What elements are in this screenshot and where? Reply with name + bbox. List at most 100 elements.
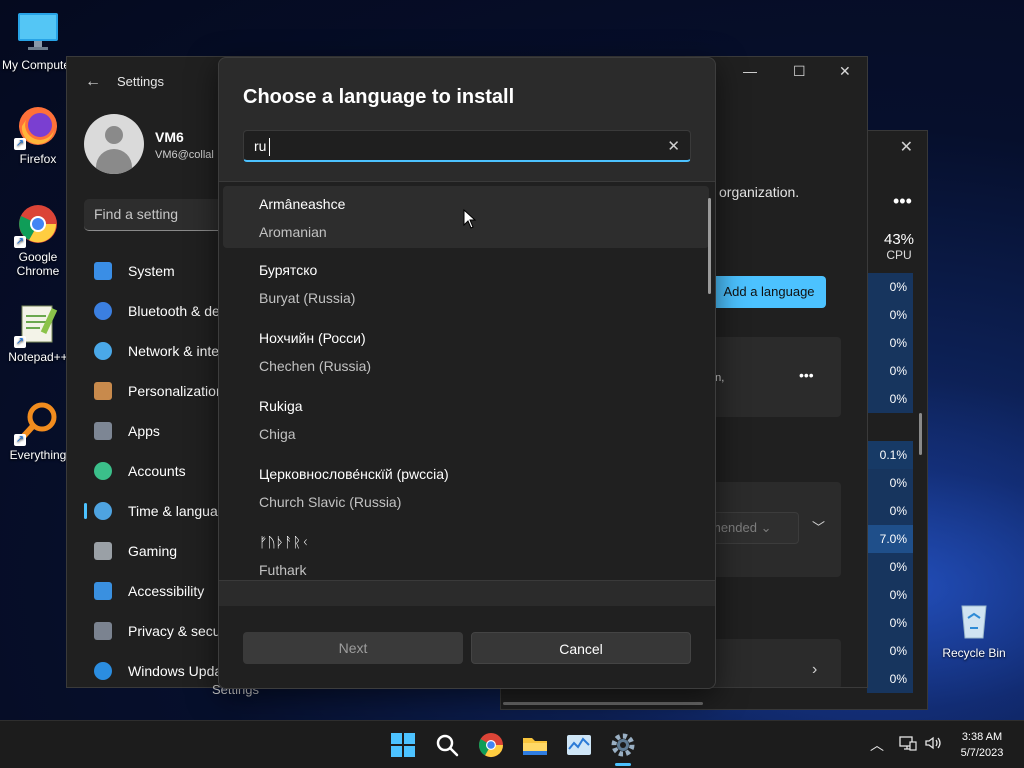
desktop-icon-firefox[interactable]: ↗ Firefox — [0, 104, 76, 166]
clock-time: 3:38 AM — [961, 731, 1003, 743]
close-icon[interactable]: ✕ — [839, 63, 851, 80]
clear-search-icon[interactable]: ✕ — [667, 137, 680, 155]
firefox-icon: ↗ — [14, 104, 60, 150]
sidebar-item-label: Time & languag — [128, 503, 226, 519]
language-card[interactable] — [707, 337, 841, 417]
language-english-name: Church Slavic (Russia) — [259, 494, 402, 510]
chevron-up-icon[interactable]: ︿ — [870, 735, 884, 755]
sidebar-item-label: Apps — [128, 423, 160, 439]
task-manager-scrollbar[interactable] — [919, 413, 922, 455]
organization-text: organization. — [719, 184, 800, 200]
cancel-button[interactable]: Cancel — [471, 632, 691, 664]
mouse-pointer-icon — [463, 209, 477, 229]
clock[interactable]: 3:38 AM 5/7/2023 — [950, 729, 1014, 761]
cpu-cell: 0% — [867, 273, 913, 301]
active-app-indicator — [615, 763, 631, 766]
language-english-name: Chiga — [259, 426, 296, 442]
sidebar-item-icon — [94, 542, 112, 560]
language-english-name: Aromanian — [259, 224, 327, 240]
sidebar-item-label: Accounts — [128, 463, 186, 479]
choose-language-dialog: Choose a language to install ✕ Armâneash… — [218, 57, 716, 689]
file-explorer-icon[interactable] — [519, 729, 551, 761]
cpu-label: CPU — [886, 248, 912, 262]
next-button[interactable]: Next — [243, 632, 463, 664]
cpu-cell: 0% — [867, 357, 913, 385]
more-options-icon[interactable]: ••• — [893, 191, 912, 212]
desktop-icon-label: Google Chrome — [16, 250, 60, 278]
cpu-cell — [867, 413, 913, 441]
settings-row-card[interactable] — [707, 639, 841, 687]
minimize-icon[interactable]: — — [743, 63, 757, 79]
sidebar-item-icon — [94, 302, 112, 320]
chevron-down-icon[interactable]: ﹀ — [812, 517, 825, 536]
close-icon[interactable]: ✕ — [900, 137, 913, 157]
desktop-icon-label: Firefox — [19, 152, 57, 166]
sidebar-item-icon — [94, 342, 112, 360]
language-native-name: Церковнослове́нскїй (рwссіа) — [259, 466, 449, 482]
back-arrow-icon[interactable]: ← — [85, 73, 101, 91]
volume-icon[interactable] — [924, 735, 942, 754]
language-list[interactable]: Armâneashce Aromanian Бурятско Buryat (Russ… — [219, 181, 715, 581]
language-native-name: ᚠᚢᚦᚨᚱᚲ — [259, 534, 310, 550]
language-search-input[interactable] — [254, 138, 654, 154]
language-list-item[interactable]: Rukiga Chiga — [219, 384, 715, 452]
desktop-icon-recycle-bin[interactable]: Recycle Bin — [936, 598, 1012, 660]
add-language-button[interactable]: Add a language — [712, 276, 826, 308]
taskbar: ︿ 3:38 AM 5/7/2023 — [0, 720, 1024, 768]
cpu-total-percent: 43% — [883, 231, 915, 248]
maximize-icon[interactable]: ☐ — [793, 63, 806, 80]
desktop-icon-label: Recycle Bin — [942, 646, 1006, 660]
language-english-name: Chechen (Russia) — [259, 358, 372, 374]
desktop-icon-notepad-plus-plus[interactable]: ↗ Notepad++ — [0, 302, 76, 364]
cpu-cell: 0% — [867, 553, 913, 581]
desktop-icon-everything[interactable]: ↗ Everything — [0, 400, 76, 462]
desktop-icon-my-computer[interactable]: My Computer — [0, 10, 76, 72]
language-list-item[interactable]: ᚠᚢᚦᚨᚱᚲ Futhark — [219, 520, 715, 580]
language-list-item[interactable]: Бурятско Buryat (Russia) — [219, 248, 715, 316]
more-options-icon[interactable]: ••• — [799, 367, 814, 383]
shortcut-arrow-icon: ↗ — [14, 236, 26, 248]
recycle-bin-icon — [952, 598, 996, 642]
cpu-cell: 0% — [867, 385, 913, 413]
language-english-name: Futhark — [259, 562, 307, 578]
desktop-icon-google-chrome[interactable]: ↗ Google Chrome — [0, 202, 76, 278]
language-english-name: Buryat (Russia) — [259, 290, 356, 306]
language-list-scrollbar[interactable] — [708, 198, 711, 294]
language-search-box[interactable]: ✕ — [243, 130, 691, 162]
chevron-right-icon: › — [812, 661, 818, 678]
sidebar-item-icon — [94, 422, 112, 440]
sidebar-item-label: Bluetooth & de — [128, 303, 220, 319]
window-peek-bar — [503, 702, 703, 705]
language-native-name: Armâneashce — [259, 196, 346, 212]
language-native-name: Нохчийн (Росси) — [259, 330, 366, 346]
avatar[interactable] — [84, 114, 144, 174]
task-manager-icon[interactable] — [563, 729, 595, 761]
sidebar-item-label: Gaming — [128, 543, 178, 559]
search-icon[interactable] — [431, 729, 463, 761]
cpu-column-header[interactable]: 43% CPU — [869, 231, 929, 262]
sidebar-item-icon — [94, 582, 112, 600]
recommended-dropdown[interactable]: mended ⌄ — [709, 512, 799, 544]
sidebar-item-icon — [94, 382, 112, 400]
sidebar-item-label: Privacy & secu — [128, 623, 221, 639]
sidebar-item-label: Accessibility — [128, 583, 205, 599]
cpu-cell: 0% — [867, 329, 913, 357]
language-list-item[interactable]: Церковнослове́нскїй (рwссіа) Church Slavi… — [219, 452, 715, 520]
cpu-cell: 0% — [867, 637, 913, 665]
recommended-text: mended — [710, 520, 757, 535]
desktop-icon-label: My Computer — [1, 58, 75, 72]
settings-gear-icon[interactable] — [607, 729, 639, 761]
chrome-taskbar-icon[interactable] — [475, 729, 507, 761]
sidebar-item-label: Personalization — [128, 383, 224, 399]
network-icon[interactable] — [899, 735, 917, 754]
language-list-item[interactable]: Нохчийн (Росси) Chechen (Russia) — [219, 316, 715, 384]
start-windows-icon[interactable] — [387, 729, 419, 761]
cpu-column: 0% 0% 0% 0% 0% 0.1% 0% 0% 7.0% 0% 0% 0% 0% 0% — [867, 273, 913, 693]
user-email: VM6@collal — [155, 149, 214, 161]
settings-title: Settings — [117, 74, 164, 89]
cpu-cell: 0% — [867, 301, 913, 329]
user-name: VM6 — [155, 129, 184, 145]
sidebar-item-label: Windows Upda — [128, 663, 223, 679]
chrome-icon: ↗ — [14, 202, 60, 248]
cpu-cell: 0% — [867, 469, 913, 497]
